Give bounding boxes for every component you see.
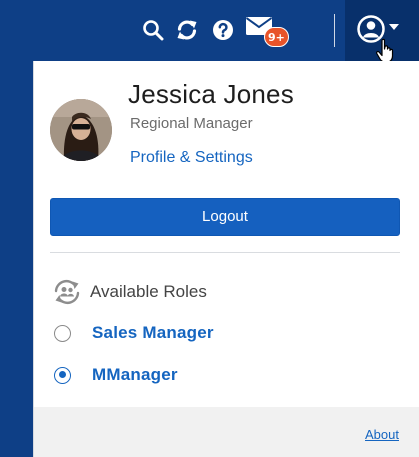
available-roles-title: Available Roles xyxy=(90,282,207,301)
help-icon[interactable] xyxy=(208,15,238,45)
user-name: Jessica Jones xyxy=(128,79,294,109)
toolbar-divider xyxy=(334,14,335,47)
role-label: MManager xyxy=(92,365,178,384)
role-radio-mmanager[interactable] xyxy=(54,366,71,384)
role-label: Sales Manager xyxy=(92,323,214,342)
refresh-icon[interactable] xyxy=(172,15,202,45)
user-dropdown-panel: Jessica Jones Regional Manager Profile &… xyxy=(33,61,419,457)
search-icon[interactable] xyxy=(138,15,168,45)
profile-settings-link[interactable]: Profile & Settings xyxy=(130,149,253,167)
role-option-sales-manager[interactable]: Sales Manager xyxy=(54,320,214,346)
switch-roles-icon xyxy=(54,279,80,305)
user-role: Regional Manager xyxy=(130,115,253,132)
role-radio-sales-manager[interactable] xyxy=(54,324,71,342)
available-roles-heading: Available Roles xyxy=(52,277,207,307)
user-menu-button[interactable] xyxy=(345,0,419,63)
role-option-mmanager[interactable]: MManager xyxy=(54,362,178,388)
about-link[interactable]: About xyxy=(365,427,399,442)
mail-count-badge: 9+ xyxy=(264,27,289,47)
divider xyxy=(50,252,400,253)
mail-icon[interactable]: 9+ xyxy=(244,15,289,47)
dropdown-footer: About xyxy=(34,407,419,457)
top-navigation-bar: 9+ xyxy=(0,0,419,63)
chevron-down-icon xyxy=(389,24,399,30)
logout-button[interactable]: Logout xyxy=(50,198,400,236)
avatar xyxy=(50,99,112,161)
page-background-strip xyxy=(0,61,33,457)
